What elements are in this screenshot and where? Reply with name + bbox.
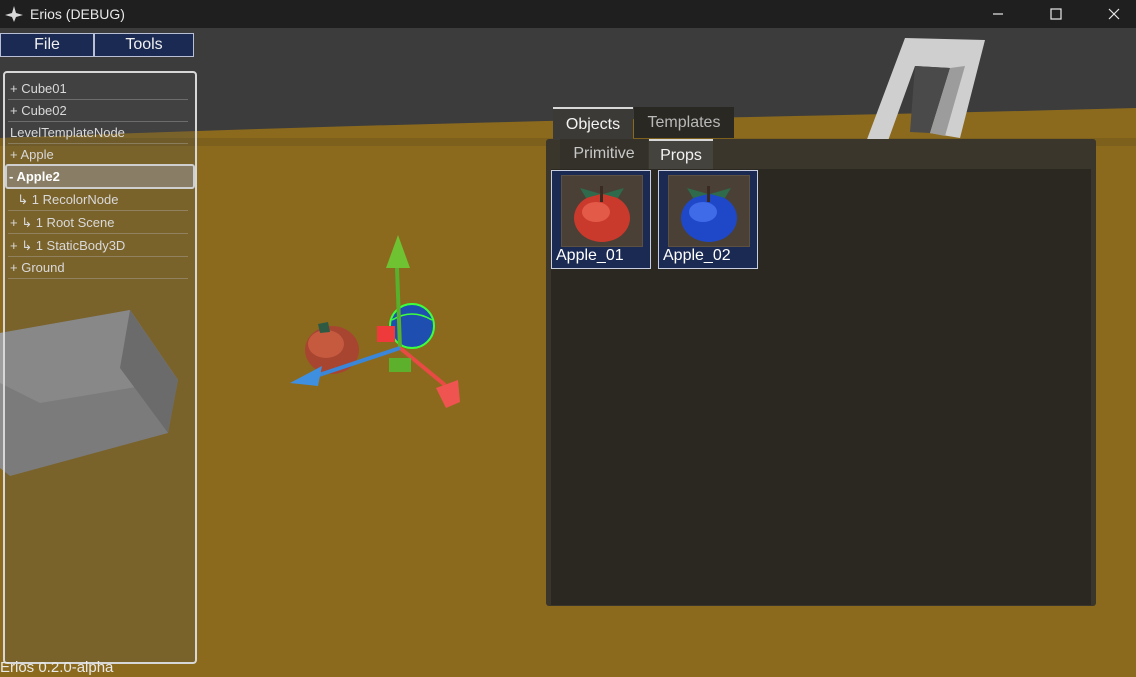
menu-bar: File Tools <box>0 33 194 57</box>
maximize-button[interactable] <box>1028 0 1084 28</box>
app-icon <box>5 6 23 22</box>
tree-item-cube01[interactable]: + Cube01 <box>8 78 188 100</box>
asset-label: Apple_01 <box>556 247 624 264</box>
tools-menu-button[interactable]: Tools <box>94 33 194 57</box>
close-icon <box>1108 8 1120 20</box>
asset-thumbnail <box>668 175 750 247</box>
window-title: Erios (DEBUG) <box>30 6 125 22</box>
tab-templates[interactable]: Templates <box>634 107 734 138</box>
tab-objects[interactable]: Objects <box>553 107 633 140</box>
minimize-icon <box>993 13 1003 15</box>
tab-primitive[interactable]: Primitive <box>560 139 648 169</box>
tab-props[interactable]: Props <box>649 139 713 171</box>
tree-item-recolornode[interactable]: ↳ 1 RecolorNode <box>8 189 188 211</box>
version-label: Erios 0.2.0-alpha <box>0 659 114 676</box>
asset-thumbnail <box>561 175 643 247</box>
asset-apple-01[interactable]: Apple_01 <box>551 170 651 269</box>
minimize-button[interactable] <box>970 0 1026 28</box>
tree-item-leveltemplatenode[interactable]: LevelTemplateNode <box>8 122 188 144</box>
scene-tree-panel: + Cube01 + Cube02 LevelTemplateNode + Ap… <box>3 71 197 664</box>
tree-item-cube02[interactable]: + Cube02 <box>8 100 188 122</box>
apple-blue-icon <box>681 186 737 242</box>
file-menu-button[interactable]: File <box>0 33 94 57</box>
tree-item-ground[interactable]: + Ground <box>8 257 188 279</box>
maximize-icon <box>1050 8 1062 20</box>
tree-item-staticbody3d[interactable]: + ↳ 1 StaticBody3D <box>8 235 188 257</box>
asset-label: Apple_02 <box>663 247 731 264</box>
close-button[interactable] <box>1086 0 1136 28</box>
tree-item-apple2[interactable]: - Apple2 <box>5 164 195 189</box>
tree-item-apple[interactable]: + Apple <box>8 144 188 166</box>
tree-item-root-scene[interactable]: + ↳ 1 Root Scene <box>8 212 188 234</box>
asset-apple-02[interactable]: Apple_02 <box>658 170 758 269</box>
apple-red-icon <box>574 186 630 242</box>
title-bar: Erios (DEBUG) <box>0 0 1136 28</box>
